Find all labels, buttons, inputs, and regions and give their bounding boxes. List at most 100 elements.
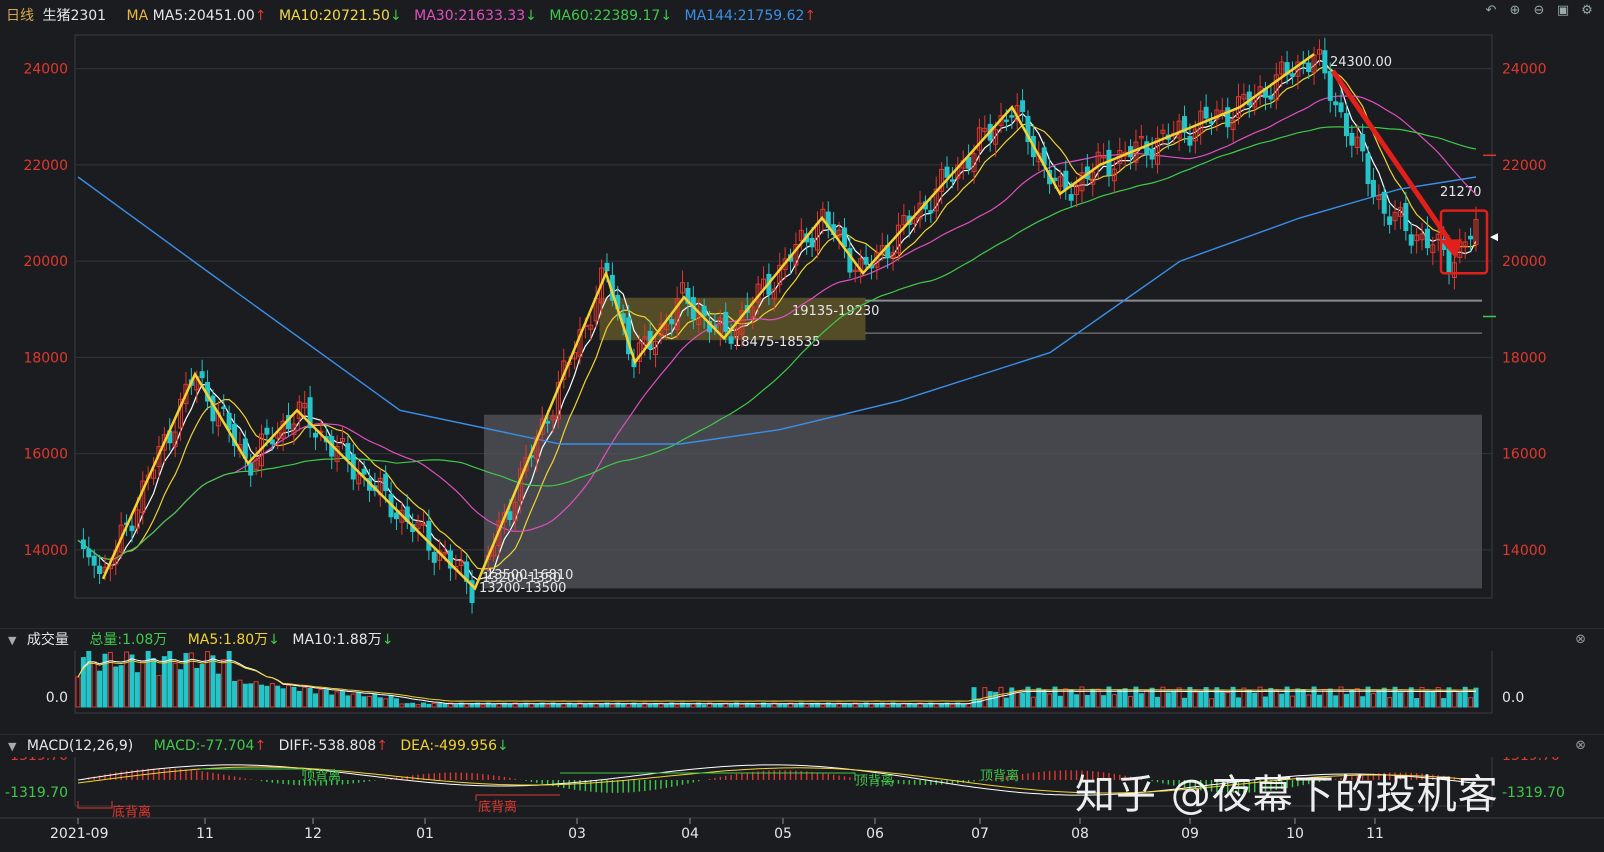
volume-bar — [626, 703, 632, 708]
divergence-label: 顶背离 — [855, 773, 894, 789]
y-tick-right: 24000 — [1502, 62, 1547, 78]
candle-body — [248, 463, 254, 476]
zoom-in-icon[interactable]: ⊕ — [1508, 4, 1522, 18]
y-tick-right: 18000 — [1502, 350, 1547, 366]
dea-value: DEA:-499.956 — [400, 738, 498, 754]
candle-body — [604, 262, 610, 272]
volume-bar — [1457, 692, 1463, 708]
volume-bar — [307, 687, 313, 708]
volume-bar — [993, 691, 999, 708]
volume-bar — [1128, 696, 1134, 708]
volume-bar — [858, 704, 864, 708]
candle-body — [1360, 134, 1366, 152]
volume-bar — [960, 703, 966, 708]
candle-body — [129, 525, 135, 532]
volume-bar — [885, 704, 891, 708]
volume-bar — [712, 703, 718, 708]
volume-bar — [1349, 689, 1355, 708]
volume-bar — [269, 683, 275, 708]
candle-body — [701, 305, 707, 317]
candle-body — [944, 166, 950, 178]
volume-bar — [221, 659, 227, 708]
close-icon[interactable]: ⊗ — [1575, 735, 1586, 757]
volume-bar — [739, 703, 745, 708]
volume-bar — [118, 665, 124, 708]
volume-ma10-arrow: ↓ — [381, 632, 394, 648]
volume-bar — [383, 698, 389, 708]
volume-bar — [1241, 687, 1247, 708]
volume-bar — [1003, 697, 1009, 708]
volume-bar — [1327, 688, 1333, 708]
volume-bar — [156, 675, 162, 708]
volume-bar — [334, 691, 340, 708]
dea-arrow: ↓ — [497, 738, 509, 754]
x-tick-label: 08 — [1071, 826, 1089, 842]
volume-bar — [793, 704, 799, 708]
candle-body — [97, 565, 103, 575]
zoom-out-icon[interactable]: ⊖ — [1532, 4, 1546, 18]
y-tick-left: 20000 — [23, 254, 68, 270]
volume-bar — [377, 697, 383, 708]
x-tick-label: 2021-09 — [50, 826, 109, 842]
candle-body — [345, 443, 351, 461]
volume-header: ▼ 成交量 总量:1.08万 MA5:1.80万↓ MA10:1.88万↓ ⊗ — [0, 628, 1604, 651]
volume-bar — [415, 704, 421, 708]
volume-bar — [372, 693, 378, 708]
x-tick-label: 11 — [196, 826, 214, 842]
candle-body — [1327, 71, 1333, 101]
volume-bar — [1095, 688, 1101, 708]
volume-bar — [1397, 692, 1403, 708]
candle-body — [841, 227, 847, 248]
volume-bar — [701, 704, 707, 708]
candle-body — [361, 468, 367, 475]
x-tick-label: 10 — [1286, 826, 1304, 842]
ma60-value: MA60:22389.17 — [549, 8, 661, 24]
volume-bar — [1236, 697, 1242, 708]
volume-bar — [134, 672, 140, 708]
ma30-value: MA30:21633.33 — [414, 8, 526, 24]
volume-bar — [1322, 688, 1328, 708]
volume-total: 总量:1.08万 — [89, 632, 168, 648]
y-tick-right: 22000 — [1502, 158, 1547, 174]
period-label[interactable]: 日线 — [6, 8, 34, 24]
volume-bar — [393, 698, 399, 708]
volume-bar — [312, 693, 318, 708]
volume-bar — [1117, 689, 1123, 708]
ma144-arrow: ↑ — [804, 8, 817, 24]
undo-icon[interactable]: ↶ — [1484, 4, 1498, 18]
volume-bar — [302, 686, 308, 708]
volume-bar — [895, 703, 901, 708]
ma60-arrow: ↓ — [660, 8, 673, 24]
candle-body — [431, 551, 437, 563]
chart-canvas[interactable]: 19135-1923018475-1853513500-1681013200-1… — [0, 0, 1604, 852]
collapse-icon[interactable]: ▼ — [8, 736, 16, 758]
collapse-icon[interactable]: ▼ — [8, 630, 16, 652]
volume-bar — [291, 686, 297, 708]
volume-bar — [469, 703, 475, 708]
volume-bar — [1182, 697, 1188, 708]
volume-bar — [86, 650, 92, 708]
zone-label: 19135-19230 — [792, 304, 879, 319]
volume-bar — [949, 704, 955, 708]
volume-bar — [1030, 696, 1036, 708]
volume-bar — [1246, 690, 1252, 708]
close-icon[interactable]: ⊗ — [1575, 629, 1586, 651]
volume-bar — [1074, 694, 1080, 708]
volume-bar — [971, 687, 977, 708]
y-tick-left: 18000 — [23, 350, 68, 366]
gear-icon[interactable]: ⚙ — [1580, 4, 1594, 18]
zone-label: 13200-13500 — [479, 581, 566, 596]
candle-body — [1338, 102, 1344, 113]
divergence-bracket — [200, 768, 304, 776]
candle-body — [966, 156, 972, 169]
ma5-value: MA5:20451.00 — [152, 8, 255, 24]
candle-body — [1149, 148, 1155, 160]
volume-bar — [545, 704, 551, 708]
candle-body — [1381, 191, 1387, 214]
volume-bar — [912, 703, 918, 708]
volume-bar — [1165, 692, 1171, 708]
candle-body — [1387, 216, 1393, 225]
layout-icon[interactable]: ▣ — [1556, 4, 1570, 18]
macd-arrow: ↑ — [254, 738, 267, 754]
candle-body — [221, 406, 227, 410]
